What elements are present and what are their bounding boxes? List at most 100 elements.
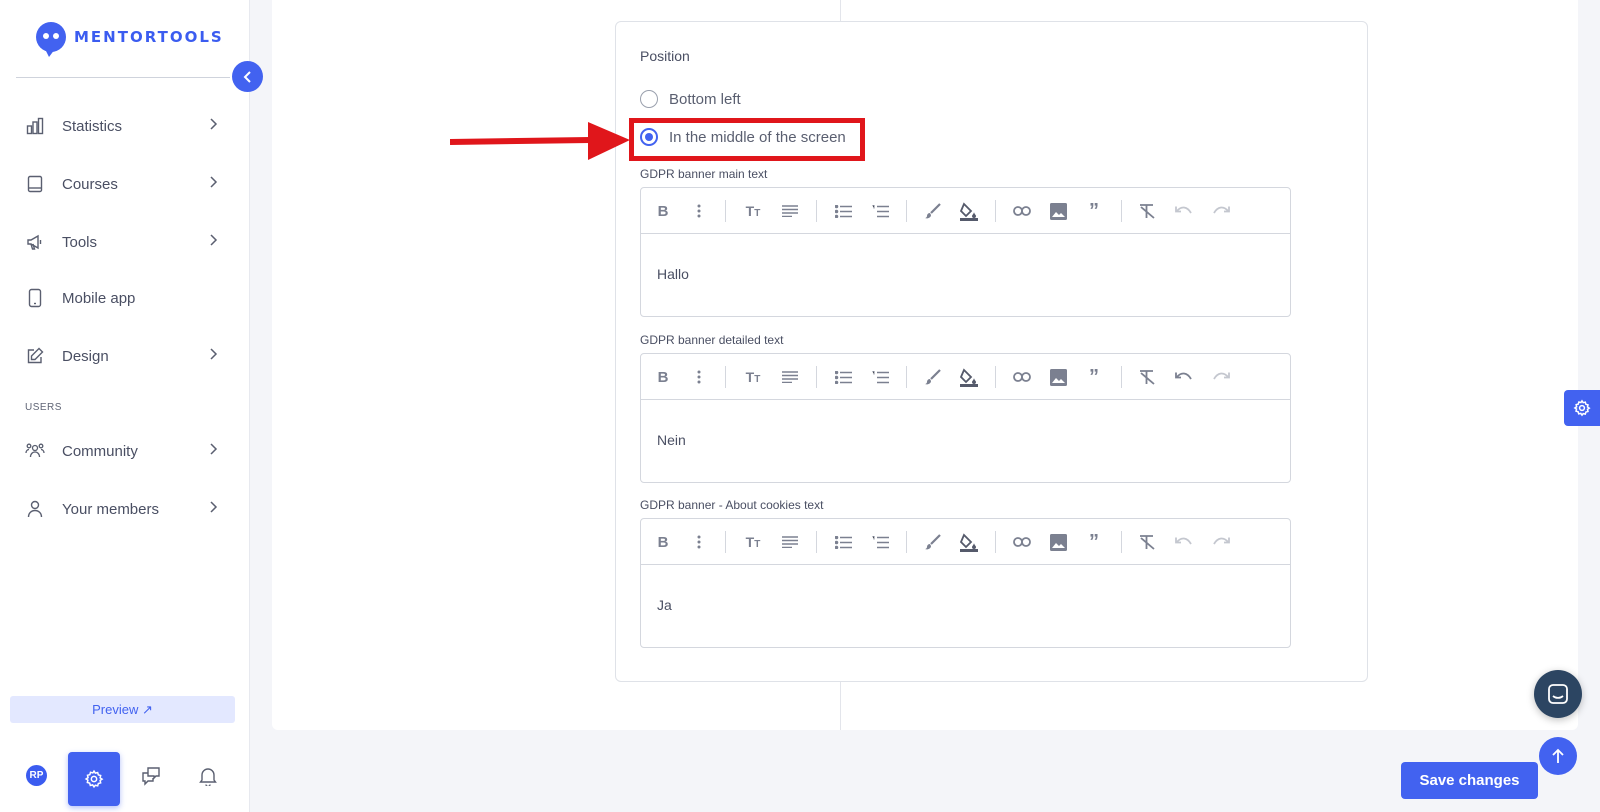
sidebar-item-your-members[interactable]: Your members	[24, 496, 220, 522]
editor-label-detailed-text: GDPR banner detailed text	[640, 333, 784, 347]
link-icon[interactable]	[1011, 366, 1033, 388]
redo-icon[interactable]	[1210, 531, 1232, 553]
live-chat-button[interactable]	[1534, 670, 1582, 718]
scroll-to-top-button[interactable]	[1539, 737, 1577, 775]
editor-content[interactable]: Nein	[657, 432, 686, 448]
sidebar: MENTORTOOLS Statistics Courses Tools Mob…	[0, 0, 250, 812]
chevron-right-icon	[206, 233, 220, 251]
image-icon[interactable]	[1047, 200, 1069, 222]
editor-toolbar: B TT ”	[641, 519, 1290, 565]
link-icon[interactable]	[1011, 200, 1033, 222]
numbered-list-icon[interactable]	[869, 531, 891, 553]
clear-format-icon[interactable]	[1136, 531, 1158, 553]
phone-icon	[24, 287, 46, 309]
brush-icon[interactable]	[922, 366, 944, 388]
bold-icon[interactable]: B	[652, 531, 674, 553]
rich-text-editor-cookies[interactable]: B TT ” Ja	[640, 518, 1291, 648]
radio-bottom-left[interactable]: Bottom left	[640, 90, 741, 108]
brand-name: MENTORTOOLS	[74, 28, 224, 46]
clear-format-icon[interactable]	[1136, 366, 1158, 388]
bold-icon[interactable]: B	[652, 366, 674, 388]
font-size-icon[interactable]: TT	[742, 366, 764, 388]
collapse-sidebar-button[interactable]	[232, 61, 263, 92]
preview-button[interactable]: Preview ↗	[10, 696, 235, 723]
more-vertical-icon[interactable]	[688, 366, 710, 388]
link-icon[interactable]	[1011, 531, 1033, 553]
editor-toolbar: B TT ”	[641, 188, 1290, 234]
sidebar-divider	[16, 77, 230, 78]
rich-text-editor-main[interactable]: B TT ” Hallo	[640, 187, 1291, 317]
numbered-list-icon[interactable]	[869, 366, 891, 388]
more-vertical-icon[interactable]	[688, 531, 710, 553]
bullet-list-icon[interactable]	[832, 366, 854, 388]
numbered-list-icon[interactable]	[869, 200, 891, 222]
bar-chart-icon	[24, 115, 46, 137]
sidebar-item-community[interactable]: Community	[24, 438, 220, 464]
floating-settings-button[interactable]	[1564, 390, 1600, 426]
rich-text-editor-detailed[interactable]: B TT ” Nein	[640, 353, 1291, 483]
arrow-up-icon	[1552, 748, 1564, 763]
fill-color-icon[interactable]	[958, 531, 980, 553]
radio-button[interactable]	[640, 90, 658, 108]
chevron-right-icon	[206, 500, 220, 518]
community-icon	[24, 440, 46, 462]
editor-label-main-text: GDPR banner main text	[640, 167, 768, 181]
sidebar-item-design[interactable]: Design	[24, 343, 220, 369]
redo-icon[interactable]	[1210, 200, 1232, 222]
bold-icon[interactable]: B	[652, 200, 674, 222]
sidebar-item-label: Courses	[62, 175, 118, 193]
gear-icon	[1573, 399, 1591, 417]
font-size-icon[interactable]: TT	[742, 531, 764, 553]
annotation-arrow-icon	[450, 122, 630, 160]
sidebar-bottom-bar: RP	[0, 748, 250, 808]
undo-icon[interactable]	[1173, 531, 1195, 553]
image-icon[interactable]	[1047, 366, 1069, 388]
undo-icon[interactable]	[1173, 366, 1195, 388]
clear-format-icon[interactable]	[1136, 200, 1158, 222]
chat-bubbles-icon[interactable]	[140, 765, 162, 787]
editor-label-cookies-text: GDPR banner - About cookies text	[640, 498, 824, 512]
redo-icon[interactable]	[1210, 366, 1232, 388]
editor-content[interactable]: Ja	[657, 597, 672, 613]
preview-label: Preview ↗	[92, 701, 153, 717]
bullet-list-icon[interactable]	[832, 531, 854, 553]
megaphone-icon	[24, 231, 46, 253]
sidebar-item-label: Statistics	[62, 117, 123, 135]
quote-icon[interactable]: ”	[1083, 200, 1105, 222]
brush-icon[interactable]	[922, 200, 944, 222]
sidebar-item-label: Tools	[62, 233, 98, 251]
bell-icon[interactable]	[197, 765, 219, 787]
fill-color-icon[interactable]	[958, 366, 980, 388]
chevron-right-icon	[206, 175, 220, 193]
chevron-right-icon	[206, 347, 220, 365]
user-icon	[24, 498, 46, 520]
undo-icon[interactable]	[1173, 200, 1195, 222]
settings-button[interactable]	[68, 752, 120, 806]
font-size-icon[interactable]: TT	[742, 200, 764, 222]
sidebar-item-courses[interactable]: Courses	[24, 171, 220, 197]
quote-icon[interactable]: ”	[1083, 531, 1105, 553]
sidebar-item-label: Mobile app	[62, 289, 136, 307]
annotation-highlight-box	[629, 118, 865, 161]
sidebar-item-mobile-app[interactable]: Mobile app	[24, 285, 220, 311]
sidebar-item-tools[interactable]: Tools	[24, 229, 220, 255]
editor-content[interactable]: Hallo	[657, 266, 689, 282]
quote-icon[interactable]: ”	[1083, 366, 1105, 388]
chat-icon	[1548, 684, 1568, 704]
bullet-list-icon[interactable]	[832, 200, 854, 222]
chevron-right-icon	[206, 117, 220, 135]
brush-icon[interactable]	[922, 531, 944, 553]
sidebar-item-statistics[interactable]: Statistics	[24, 113, 220, 139]
align-left-icon[interactable]	[779, 531, 801, 553]
align-left-icon[interactable]	[779, 200, 801, 222]
image-icon[interactable]	[1047, 531, 1069, 553]
logo-icon	[36, 22, 66, 57]
position-label: Position	[640, 48, 690, 64]
fill-color-icon[interactable]	[958, 200, 980, 222]
avatar[interactable]: RP	[26, 765, 47, 786]
brand-logo[interactable]: MENTORTOOLS	[36, 22, 224, 57]
align-left-icon[interactable]	[779, 366, 801, 388]
save-changes-button[interactable]: Save changes	[1401, 762, 1538, 799]
pencil-square-icon	[24, 345, 46, 367]
more-vertical-icon[interactable]	[688, 200, 710, 222]
